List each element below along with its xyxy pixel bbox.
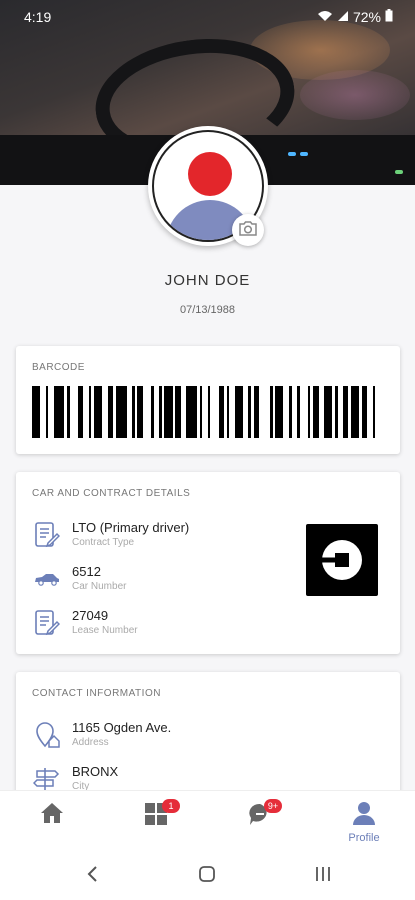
nav-messages[interactable]: 9+ bbox=[230, 799, 290, 845]
status-time: 4:19 bbox=[24, 9, 52, 25]
change-photo-button[interactable] bbox=[232, 214, 264, 246]
battery-icon bbox=[385, 9, 393, 25]
camera-icon bbox=[239, 220, 257, 241]
messages-badge: 9+ bbox=[264, 799, 282, 813]
contact-card-title: CONTACT INFORMATION bbox=[32, 688, 161, 699]
car-number-label: Car Number bbox=[72, 581, 127, 592]
nav-profile-label: Profile bbox=[348, 832, 380, 844]
barcode-card: BARCODE bbox=[16, 346, 400, 454]
back-button[interactable] bbox=[80, 864, 104, 888]
city-value: BRONX bbox=[72, 764, 119, 779]
car-icon bbox=[32, 564, 62, 594]
car-number-value: 6512 bbox=[72, 564, 101, 579]
dashboard-badge: 1 bbox=[162, 799, 180, 813]
grid-icon bbox=[143, 803, 169, 831]
barcode-image bbox=[32, 386, 384, 438]
uber-logo bbox=[306, 524, 378, 596]
wifi-icon bbox=[317, 9, 333, 25]
contract-icon bbox=[32, 520, 62, 550]
lease-number-row: 27049 Lease Number bbox=[32, 608, 138, 638]
address-value: 1165 Ogden Ave. bbox=[72, 720, 172, 735]
lease-number-value: 27049 bbox=[72, 608, 109, 623]
address-icon bbox=[32, 720, 62, 750]
nav-home[interactable] bbox=[22, 801, 82, 845]
chat-icon bbox=[247, 803, 273, 831]
profile-name: JOHN DOE bbox=[164, 272, 251, 289]
profile-dob: 07/13/1988 bbox=[179, 304, 236, 316]
lease-icon bbox=[32, 608, 62, 638]
contract-type-row: LTO (Primary driver) Contract Type bbox=[32, 520, 189, 550]
status-bar: 4:19 72% bbox=[0, 0, 415, 34]
barcode-card-title: BARCODE bbox=[32, 362, 85, 373]
home-button[interactable] bbox=[195, 864, 219, 888]
address-row: 1165 Ogden Ave. Address bbox=[32, 720, 171, 750]
recent-apps-icon bbox=[314, 865, 332, 888]
signal-icon bbox=[337, 9, 349, 25]
system-navigation-bar bbox=[0, 850, 415, 900]
recent-apps-button[interactable] bbox=[311, 864, 335, 888]
car-contract-card: CAR AND CONTRACT DETAILS LTO (Primary dr… bbox=[16, 472, 400, 654]
nav-dashboard[interactable]: 1 bbox=[126, 799, 186, 845]
car-card-title: CAR AND CONTRACT DETAILS bbox=[32, 488, 191, 499]
contract-type-value: LTO (Primary driver) bbox=[72, 520, 190, 535]
address-label: Address bbox=[72, 737, 109, 748]
home-icon bbox=[39, 803, 65, 829]
nav-profile[interactable]: Profile bbox=[334, 801, 394, 845]
lease-number-label: Lease Number bbox=[72, 625, 138, 636]
car-number-row: 6512 Car Number bbox=[32, 564, 126, 594]
bottom-navigation: 1 9+ Profile bbox=[0, 790, 415, 850]
back-chevron-icon bbox=[86, 865, 98, 888]
contract-type-label: Contract Type bbox=[72, 537, 135, 548]
battery-percent: 72% bbox=[352, 9, 381, 25]
profile-icon bbox=[352, 802, 376, 829]
home-square-icon bbox=[198, 865, 216, 888]
